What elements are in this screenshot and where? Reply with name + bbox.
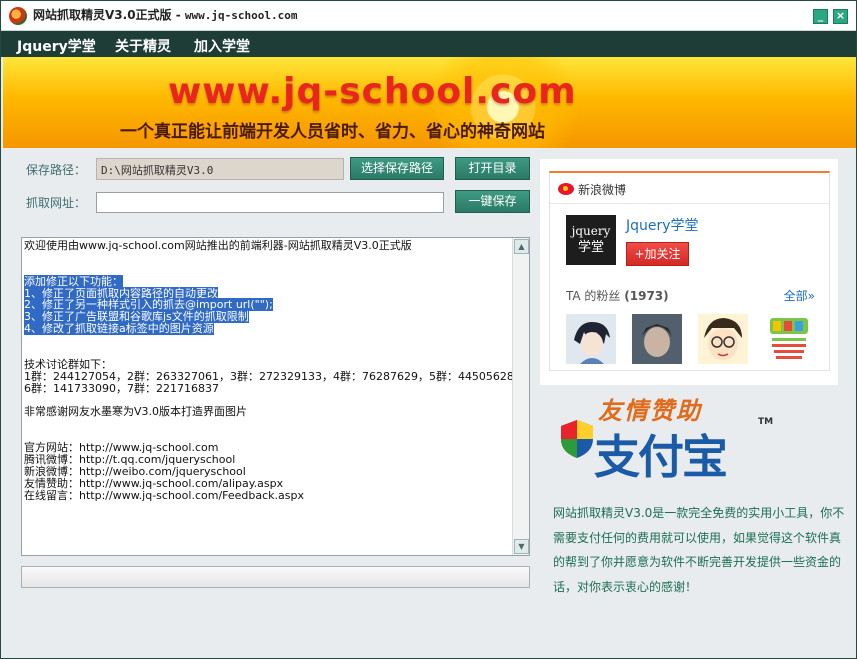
open-directory-button[interactable]: 打开目录 xyxy=(455,157,530,180)
weibo-card: 新浪微博 jquery 学堂 Jquery学堂 +加关注 TA 的粉丝 (197… xyxy=(549,171,830,371)
fan-avatar-1[interactable] xyxy=(566,314,616,364)
fans-all-link[interactable]: 全部» xyxy=(784,287,815,304)
log-line: 在线留言：http://www.jq-school.com/Feedback.a… xyxy=(24,488,304,502)
weibo-icon xyxy=(558,183,574,195)
save-path-label: 保存路径： xyxy=(26,163,87,177)
fan-avatar-3[interactable] xyxy=(698,314,748,364)
log-line: 添加修正以下功能： xyxy=(24,274,123,288)
app-icon xyxy=(9,7,27,25)
fetch-url-label: 抓取网址： xyxy=(26,196,87,210)
alipay-logo: 支付宝 xyxy=(594,430,728,484)
svg-text:学堂: 学堂 xyxy=(578,239,604,255)
sponsor-text: 网站抓取精灵V3.0是一款完全免费的实用小工具，你不需要支付任何的费用就可以使用… xyxy=(553,506,845,594)
title-bar[interactable]: 网站抓取精灵V3.0正式版 - www.jq-school.com _ × xyxy=(1,1,856,31)
app-window: 网站抓取精灵V3.0正式版 - www.jq-school.com _ × Jq… xyxy=(0,0,857,659)
scroll-up-icon[interactable]: ▲ xyxy=(514,239,529,254)
scroll-down-icon[interactable]: ▼ xyxy=(514,539,529,554)
log-content: 欢迎使用由www.jq-school.com网站推出的前端利器-网站抓取精灵V3… xyxy=(24,239,514,502)
progress-bar xyxy=(21,566,530,588)
fan-avatar-4[interactable] xyxy=(764,314,814,364)
fetch-url-input[interactable] xyxy=(96,192,444,213)
banner-slogan: 一个真正能让前端开发人员省时、省力、省心的神奇网站 xyxy=(120,122,545,142)
close-button[interactable]: × xyxy=(833,9,848,24)
weibo-widget: 新浪微博 jquery 学堂 Jquery学堂 +加关注 TA 的粉丝 (197… xyxy=(540,159,838,385)
weibo-name[interactable]: Jquery学堂 xyxy=(626,215,699,235)
choose-save-path-button[interactable]: 选择保存路径 xyxy=(350,157,444,180)
fan-avatar-2[interactable] xyxy=(632,314,682,364)
alipay-sponsor[interactable]: 友情赞助 支付宝 TM xyxy=(556,391,776,491)
weibo-header[interactable]: 新浪微博 xyxy=(558,181,626,198)
follow-button[interactable]: +加关注 xyxy=(626,242,689,266)
fans-label: TA 的粉丝 (1973) xyxy=(566,289,669,303)
log-line: 欢迎使用由www.jq-school.com网站推出的前端利器-网站抓取精灵V3… xyxy=(24,239,412,252)
log-scrollbar[interactable]: ▲ ▼ xyxy=(512,238,529,555)
window-title: 网站抓取精灵V3.0正式版 - www.jq-school.com xyxy=(33,8,298,22)
save-path-input[interactable]: D:\网站抓取精灵V3.0 xyxy=(96,158,344,180)
weibo-avatar[interactable]: jquery 学堂 xyxy=(566,215,616,265)
minimize-button[interactable]: _ xyxy=(813,9,828,24)
menu-jquery-school[interactable]: Jquery学堂 xyxy=(17,36,96,56)
shield-icon xyxy=(561,420,593,458)
avatar-logo-icon: jquery 学堂 xyxy=(566,215,616,265)
one-click-save-button[interactable]: 一键保存 xyxy=(455,190,530,213)
log-line: 6群：141733090，7群：221716837 xyxy=(24,381,219,395)
log-textarea[interactable]: 欢迎使用由www.jq-school.com网站推出的前端利器-网站抓取精灵V3… xyxy=(21,237,530,556)
banner[interactable]: www.jq-school.com 一个真正能让前端开发人员省时、省力、省心的神… xyxy=(3,57,856,148)
divider xyxy=(550,203,829,204)
menu-about[interactable]: 关于精灵 xyxy=(115,36,171,56)
log-line: 4、修改了抓取链接a标签中的图片资源 xyxy=(24,322,214,336)
banner-url: www.jq-school.com xyxy=(168,71,577,112)
menu-join[interactable]: 加入学堂 xyxy=(194,36,250,56)
trademark: TM xyxy=(758,417,774,427)
svg-text:jquery: jquery xyxy=(570,224,611,238)
menu-bar: Jquery学堂 关于精灵 加入学堂 xyxy=(1,31,856,57)
log-line: 非常感谢网友水墨寒为V3.0版本打造界面图片 xyxy=(24,405,248,419)
